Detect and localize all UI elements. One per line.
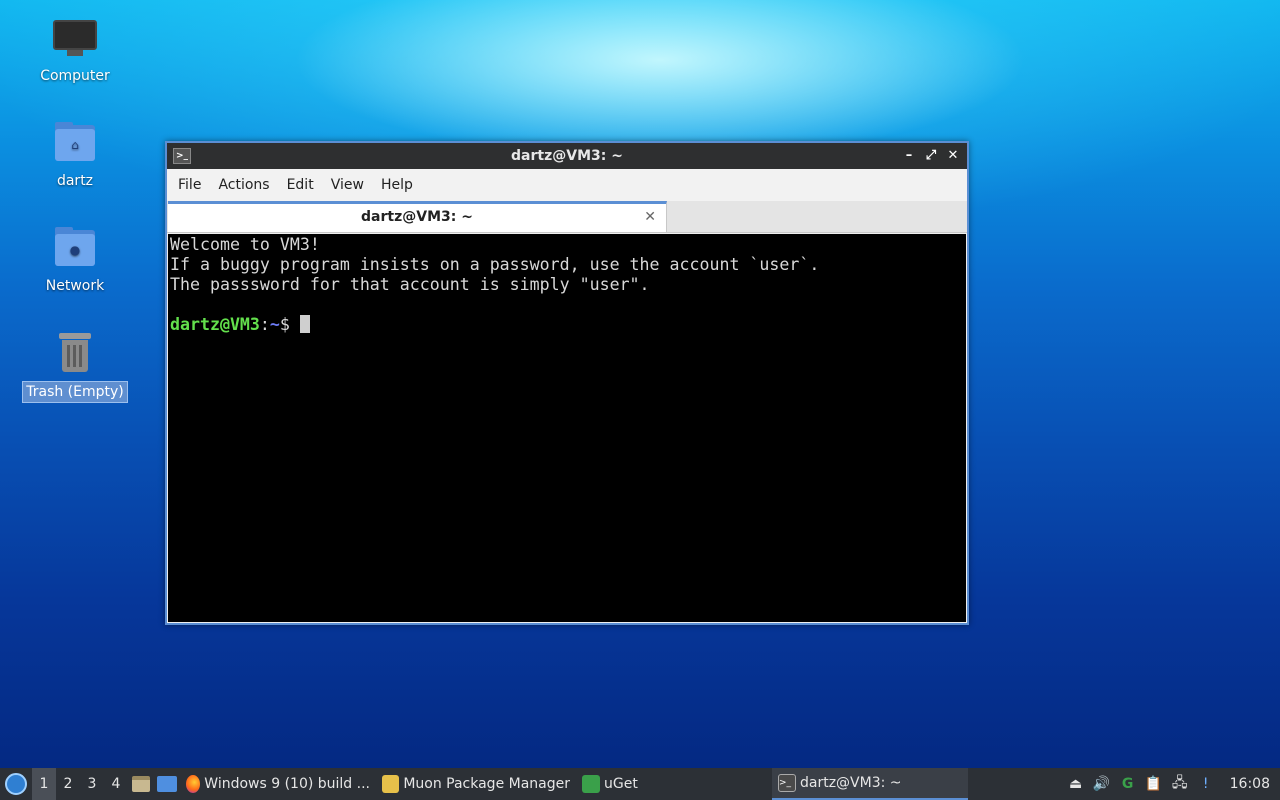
computer-icon	[51, 14, 99, 62]
trash-icon	[51, 329, 99, 377]
desktop-icon-computer[interactable]: Computer	[20, 14, 130, 86]
task-muon[interactable]: Muon Package Manager	[376, 768, 576, 800]
workspace-2[interactable]: 2	[56, 768, 80, 800]
terminal-line: If a buggy program insists on a password…	[170, 255, 820, 274]
terminal-line: The passsword for that account is simply…	[170, 275, 650, 294]
window-title: dartz@VM3: ~	[511, 148, 623, 164]
terminal-line: Welcome to VM3!	[170, 235, 320, 254]
prompt-user: dartz@VM3	[170, 315, 260, 334]
menubar: File Actions Edit View Help	[167, 169, 967, 201]
file-manager-icon	[132, 776, 150, 792]
desktop-icon-label: Trash (Empty)	[22, 381, 128, 403]
terminal-icon[interactable]: >_	[173, 148, 191, 164]
clock[interactable]: 16:08	[1230, 776, 1270, 792]
clipboard-icon[interactable]: 📋	[1144, 774, 1164, 794]
desktop-icon-label: Network	[45, 278, 105, 294]
terminal-output[interactable]: Welcome to VM3! If a buggy program insist…	[168, 234, 966, 622]
eject-icon[interactable]: ⏏	[1066, 774, 1086, 794]
task-label: uGet	[604, 776, 638, 792]
desktop-icon-label: dartz	[56, 173, 94, 189]
minimize-button[interactable]: –	[903, 143, 915, 169]
uget-icon	[582, 775, 600, 793]
menu-edit[interactable]: Edit	[282, 177, 326, 193]
show-desktop-button[interactable]	[154, 768, 180, 800]
menu-file[interactable]: File	[173, 177, 213, 193]
menu-actions[interactable]: Actions	[213, 177, 281, 193]
system-tray: ⏏ 🔊 G 📋 🖧 ! 16:08	[1066, 768, 1280, 800]
workspace-4[interactable]: 4	[104, 768, 128, 800]
menu-view[interactable]: View	[326, 177, 376, 193]
task-label: dartz@VM3: ~	[800, 775, 902, 791]
workspace-3[interactable]: 3	[80, 768, 104, 800]
text-cursor	[299, 315, 310, 333]
maximize-button[interactable]: ⤢	[925, 143, 937, 169]
lubuntu-logo-icon	[5, 773, 27, 795]
desktop-icon-network[interactable]: ● Network	[20, 224, 130, 296]
prompt-symbol: $	[279, 315, 300, 334]
window-titlebar[interactable]: >_ dartz@VM3: ~ – ⤢ ✕	[167, 143, 967, 169]
uget-tray-icon[interactable]: G	[1118, 774, 1138, 794]
volume-icon[interactable]: 🔊	[1092, 774, 1112, 794]
start-menu-button[interactable]	[0, 768, 32, 800]
file-manager-launcher[interactable]	[128, 768, 154, 800]
prompt-separator: :	[259, 315, 270, 334]
terminal-prompt-line: dartz@VM3:~$	[170, 315, 964, 335]
terminal-icon: >_	[778, 774, 796, 792]
muon-icon	[382, 775, 400, 793]
task-terminal[interactable]: >_ dartz@VM3: ~	[772, 768, 968, 800]
close-button[interactable]: ✕	[947, 143, 959, 169]
show-desktop-icon	[157, 776, 177, 792]
task-firefox[interactable]: Windows 9 (10) build ...	[180, 768, 376, 800]
network-folder-icon: ●	[51, 224, 99, 272]
task-label: Windows 9 (10) build ...	[204, 776, 370, 792]
network-icon[interactable]: 🖧	[1170, 774, 1190, 794]
tab-bar: dartz@VM3: ~ ✕	[167, 201, 967, 233]
desktop-icon-label: Computer	[40, 68, 110, 84]
update-notifier-icon[interactable]: !	[1196, 774, 1216, 794]
terminal-window[interactable]: >_ dartz@VM3: ~ – ⤢ ✕ File Actions Edit …	[165, 141, 969, 625]
tab-label: dartz@VM3: ~	[361, 209, 473, 225]
home-folder-icon: ⌂	[51, 119, 99, 167]
prompt-path: ~	[269, 315, 280, 334]
menu-help[interactable]: Help	[376, 177, 425, 193]
task-uget[interactable]: uGet	[576, 768, 772, 800]
workspace-1[interactable]: 1	[32, 768, 56, 800]
taskbar: 1 2 3 4 Windows 9 (10) build ... Muon Pa…	[0, 768, 1280, 800]
task-label: Muon Package Manager	[403, 776, 570, 792]
desktop-icon-trash[interactable]: Trash (Empty)	[20, 329, 130, 403]
tab-close-icon[interactable]: ✕	[644, 204, 656, 230]
tab-terminal[interactable]: dartz@VM3: ~ ✕	[168, 201, 667, 232]
desktop-icon-home-folder[interactable]: ⌂ dartz	[20, 119, 130, 191]
firefox-icon	[186, 775, 201, 793]
